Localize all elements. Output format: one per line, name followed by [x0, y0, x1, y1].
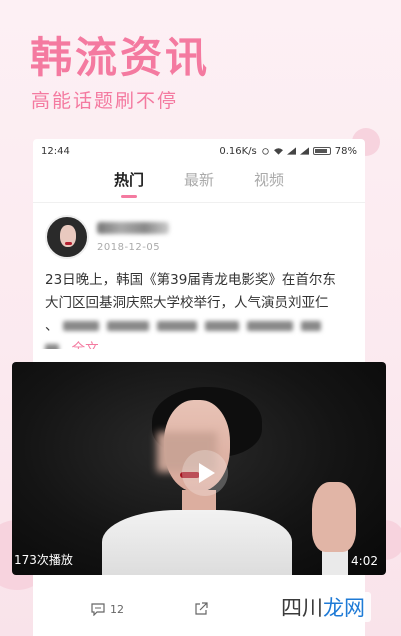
- promo-title: 韩流资讯: [30, 33, 211, 82]
- share-icon: [195, 602, 208, 615]
- share-button[interactable]: [194, 602, 208, 616]
- battery-percent: 78%: [334, 145, 357, 157]
- wifi-icon: [273, 148, 283, 155]
- video-figure-blouse: [102, 510, 292, 575]
- video-duration: 4:02: [351, 554, 378, 568]
- comment-icon: [91, 602, 105, 616]
- avatar[interactable]: [45, 215, 89, 259]
- tab-video[interactable]: 视频: [254, 169, 284, 196]
- promo-subtitle: 高能话题刷不停: [31, 90, 179, 112]
- play-button[interactable]: [182, 450, 228, 496]
- post-meta: 2018-12-05: [97, 221, 169, 253]
- status-time: 12:44: [41, 145, 70, 157]
- post-header: 2018-12-05: [33, 203, 365, 267]
- author-name-blurred[interactable]: [97, 221, 169, 234]
- signal-icon: [286, 147, 296, 155]
- status-bar: 12:44 0.16K/s 78%: [33, 139, 365, 163]
- post-date: 2018-12-05: [97, 241, 161, 253]
- video-player[interactable]: 173次播放 4:02: [12, 362, 386, 575]
- tab-latest[interactable]: 最新: [184, 169, 214, 196]
- post-text-line-blurred: 、: [45, 315, 353, 338]
- signal-icon-2: [299, 147, 309, 155]
- watermark: 四川龙网: [275, 592, 371, 622]
- alarm-icon: [262, 148, 269, 155]
- post-text-line-blurred: ..全文: [45, 338, 353, 349]
- network-speed: 0.16K/s: [219, 145, 257, 157]
- comment-button[interactable]: 12: [91, 603, 124, 616]
- video-views: 173次播放: [14, 553, 73, 567]
- comment-count: 12: [110, 602, 124, 616]
- play-icon: [199, 463, 215, 483]
- battery-icon: [312, 147, 331, 155]
- post-text-line: 23日晚上，韩国《第39届青龙电影奖》在首尔东: [45, 272, 336, 288]
- avatar-lips: [65, 242, 72, 245]
- video-figure-hand: [312, 482, 356, 552]
- read-more-link[interactable]: ..全文: [63, 341, 99, 349]
- tab-hot[interactable]: 热门: [114, 169, 144, 198]
- post-text-line: 大门区回基洞庆熙大学校举行，人气演员刘亚仁: [45, 295, 329, 311]
- post-text[interactable]: 23日晚上，韩国《第39届青龙电影奖》在首尔东 大门区回基洞庆熙大学校举行，人气…: [33, 267, 365, 349]
- tab-bar: 热门 最新 视频: [33, 163, 365, 203]
- status-icons: 0.16K/s 78%: [219, 146, 357, 157]
